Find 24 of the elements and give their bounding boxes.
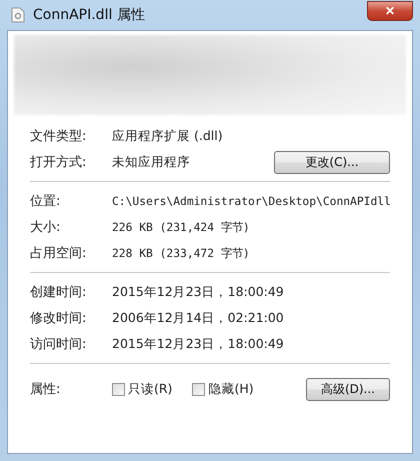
field-value: 未知应用程序 (112, 154, 191, 170)
field-value: 应用程序扩展 (.dll) (112, 128, 224, 144)
field-label: 创建时间: (30, 284, 88, 301)
checkbox[interactable]: 只读(R) (112, 380, 172, 398)
advanced-button[interactable]: 高级(D)... (306, 378, 390, 400)
file-icon (11, 7, 25, 23)
field-label: 访问时间: (30, 336, 88, 353)
field-label: 修改时间: (30, 310, 88, 327)
window-title: ConnAPI.dll 属性 (33, 6, 146, 24)
field-value: 228 KB (233,472 字节) (112, 246, 251, 260)
field-label: 位置: (30, 193, 62, 210)
field-label: 文件类型: (30, 128, 88, 145)
field-value: 2006年12月14日，02:21:00 (112, 310, 285, 326)
field-label: 打开方式: (30, 154, 88, 171)
field-value: 226 KB (231,424 字节) (112, 220, 251, 234)
field-value: 2015年12月23日，18:00:49 (112, 284, 285, 300)
checkbox[interactable]: 隐藏(H) (192, 380, 254, 398)
field-label: 大小: (30, 219, 62, 236)
field-value: C:\Users\Administrator\Desktop\ConnAPIdll (112, 194, 391, 208)
field-label: 属性: (30, 381, 62, 398)
field-label: 占用空间: (30, 245, 88, 262)
close-button[interactable]: ✕ (367, 1, 413, 21)
change-button[interactable]: 更改(C)... (274, 150, 390, 174)
field-value: 2015年12月23日，18:00:49 (112, 336, 285, 352)
